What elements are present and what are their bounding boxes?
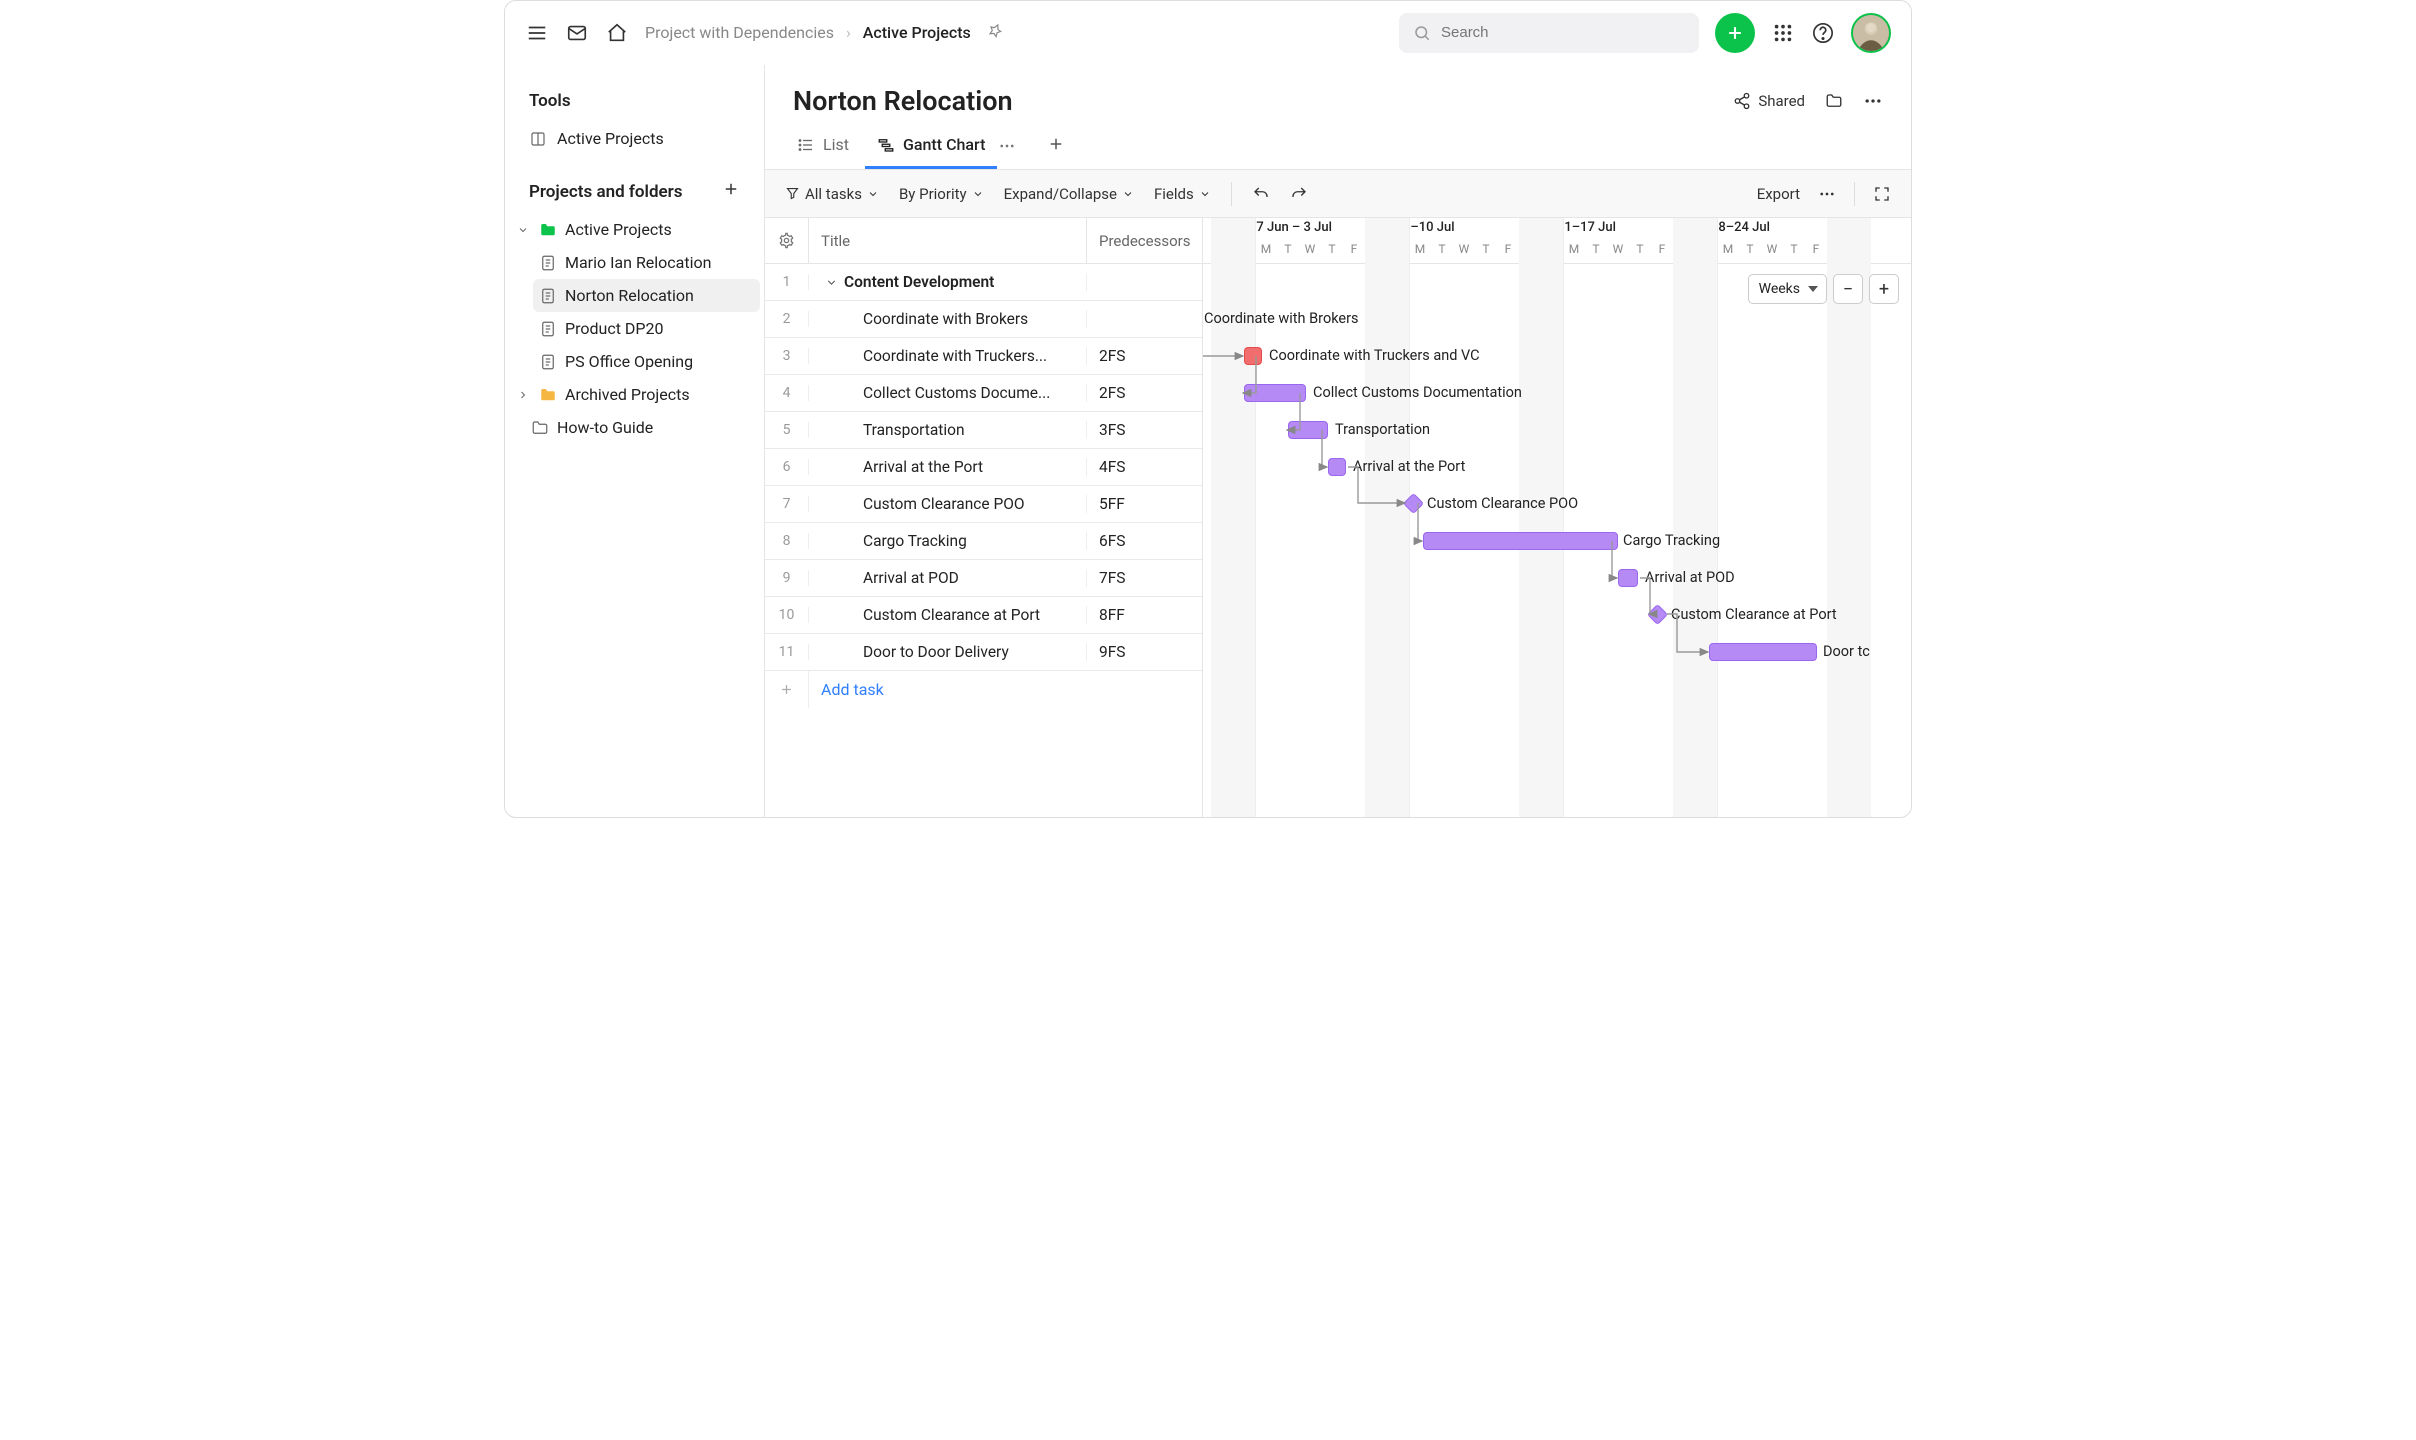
- gantt-bar-label: Transportation: [1335, 421, 1430, 438]
- redo-icon[interactable]: [1290, 185, 1308, 203]
- table-row[interactable]: 7Custom Clearance POO5FF: [765, 486, 1202, 523]
- search-icon: [1413, 24, 1431, 42]
- gantt-bar[interactable]: [1244, 384, 1306, 402]
- zoom-in-button[interactable]: +: [1869, 274, 1899, 304]
- gantt-bar-label: Cargo Tracking: [1623, 532, 1720, 549]
- chevron-right-icon: [515, 387, 531, 403]
- tab-gantt[interactable]: Gantt Chart: [865, 123, 997, 169]
- fullscreen-icon[interactable]: [1873, 185, 1891, 203]
- table-row[interactable]: 5Transportation3FS: [765, 412, 1202, 449]
- table-row[interactable]: 10Custom Clearance at Port8FF: [765, 597, 1202, 634]
- add-button[interactable]: [1715, 13, 1755, 53]
- apps-icon[interactable]: [1771, 21, 1795, 45]
- sidebar: Tools Active Projects Projects and folde…: [505, 65, 765, 817]
- sidebar-tools-heading: Tools: [505, 85, 764, 121]
- gantt-bar[interactable]: [1244, 347, 1262, 365]
- add-folder-icon[interactable]: [722, 180, 740, 203]
- menu-icon[interactable]: [525, 21, 549, 45]
- pin-icon[interactable]: [987, 23, 1003, 43]
- chevron-down-icon: [515, 222, 531, 238]
- add-tab-icon[interactable]: [1047, 135, 1065, 157]
- search-input[interactable]: [1399, 13, 1699, 53]
- avatar[interactable]: [1851, 13, 1891, 53]
- gantt-bar[interactable]: [1618, 569, 1638, 587]
- chevron-down-icon: [972, 188, 984, 200]
- view-tabs: List Gantt Chart: [765, 117, 1911, 170]
- zoom-select[interactable]: Weeks: [1748, 274, 1827, 304]
- sidebar-projects-heading: Projects and folders: [505, 174, 764, 213]
- gantt-toolbar: All tasks By Priority Expand/Collapse Fi…: [765, 170, 1911, 218]
- gantt-bar-label: Collect Customs Documentation: [1313, 384, 1522, 401]
- home-icon[interactable]: [605, 21, 629, 45]
- gantt-milestone[interactable]: [1647, 604, 1668, 625]
- gantt-bar-label: Coordinate with Truckers and VC: [1269, 347, 1480, 364]
- sidebar-item-active-projects[interactable]: Active Projects: [509, 213, 760, 246]
- table-row[interactable]: 4Collect Customs Docume...2FS: [765, 375, 1202, 412]
- expand-collapse[interactable]: Expand/Collapse: [1004, 185, 1134, 203]
- add-task-row[interactable]: Add task: [765, 671, 1202, 708]
- share-icon: [1733, 92, 1751, 110]
- gantt-bar-label: Door tc: [1823, 643, 1870, 660]
- chevron-down-icon: [1122, 188, 1134, 200]
- sidebar-item-product-dp20[interactable]: Product DP20: [533, 312, 760, 345]
- zoom-out-button[interactable]: −: [1833, 274, 1863, 304]
- col-predecessors[interactable]: Predecessors: [1087, 218, 1202, 263]
- more-icon[interactable]: [1863, 91, 1883, 111]
- sort-by-priority[interactable]: By Priority: [899, 185, 984, 203]
- gantt-bar-label: Arrival at the Port: [1353, 458, 1465, 475]
- help-icon[interactable]: [1811, 21, 1835, 45]
- sidebar-item-norton[interactable]: Norton Relocation: [533, 279, 760, 312]
- gantt-bar[interactable]: [1423, 532, 1618, 550]
- fields-dropdown[interactable]: Fields: [1154, 185, 1211, 203]
- table-row[interactable]: 1Content Development: [765, 264, 1202, 301]
- shared-button[interactable]: Shared: [1733, 92, 1805, 110]
- breadcrumb-current[interactable]: Active Projects: [863, 23, 971, 42]
- chevron-down-icon: [1199, 188, 1211, 200]
- col-title[interactable]: Title: [809, 218, 1087, 263]
- grid-settings-icon[interactable]: [765, 218, 809, 263]
- filter-icon: [785, 186, 800, 201]
- app-header: Project with Dependencies › Active Proje…: [505, 1, 1911, 65]
- main-panel: Norton Relocation Shared: [765, 65, 1911, 817]
- gantt-bar[interactable]: [1709, 643, 1817, 661]
- table-row[interactable]: 9Arrival at POD7FS: [765, 560, 1202, 597]
- sidebar-item-howto[interactable]: How-to Guide: [509, 411, 760, 444]
- breadcrumb: Project with Dependencies › Active Proje…: [645, 23, 1003, 43]
- table-row[interactable]: 11Door to Door Delivery9FS: [765, 634, 1202, 671]
- gantt-bar-label: Custom Clearance at Port: [1671, 606, 1837, 623]
- sidebar-item-archived[interactable]: Archived Projects: [509, 378, 760, 411]
- task-grid: Title Predecessors 1Content Development2…: [765, 218, 1203, 817]
- table-row[interactable]: 2Coordinate with Brokers: [765, 301, 1202, 338]
- gantt-bar-label: Arrival at POD: [1645, 569, 1735, 586]
- toolbar-more-icon[interactable]: [1818, 185, 1836, 203]
- breadcrumb-parent[interactable]: Project with Dependencies: [645, 23, 834, 42]
- gantt-bar[interactable]: [1328, 458, 1346, 476]
- table-row[interactable]: 3Coordinate with Truckers...2FS: [765, 338, 1202, 375]
- chevron-down-icon: [825, 276, 838, 289]
- gantt-bar-label: Custom Clearance POO: [1427, 495, 1578, 512]
- tab-more-icon[interactable]: [995, 137, 1019, 155]
- sidebar-item-ps-office[interactable]: PS Office Opening: [533, 345, 760, 378]
- page-title: Norton Relocation: [793, 85, 1013, 117]
- gantt-bar-label: Coordinate with Brokers: [1204, 310, 1359, 327]
- undo-icon[interactable]: [1252, 185, 1270, 203]
- chevron-down-icon: [867, 188, 879, 200]
- sidebar-item-mario[interactable]: Mario Ian Relocation: [533, 246, 760, 279]
- export-button[interactable]: Export: [1757, 185, 1800, 203]
- gantt-timeline[interactable]: 27 Jun – 3 Jul4–10 Jul11–17 Jul18–24 Jul…: [1203, 218, 1911, 817]
- plus-icon: [765, 671, 809, 708]
- tab-list[interactable]: List: [785, 123, 861, 169]
- table-row[interactable]: 6Arrival at the Port4FS: [765, 449, 1202, 486]
- folder-icon[interactable]: [1825, 92, 1843, 110]
- gantt-bar[interactable]: [1288, 421, 1328, 439]
- inbox-icon[interactable]: [565, 21, 589, 45]
- sidebar-tool-active-projects[interactable]: Active Projects: [505, 121, 764, 156]
- table-row[interactable]: 8Cargo Tracking6FS: [765, 523, 1202, 560]
- filter-all-tasks[interactable]: All tasks: [785, 185, 879, 203]
